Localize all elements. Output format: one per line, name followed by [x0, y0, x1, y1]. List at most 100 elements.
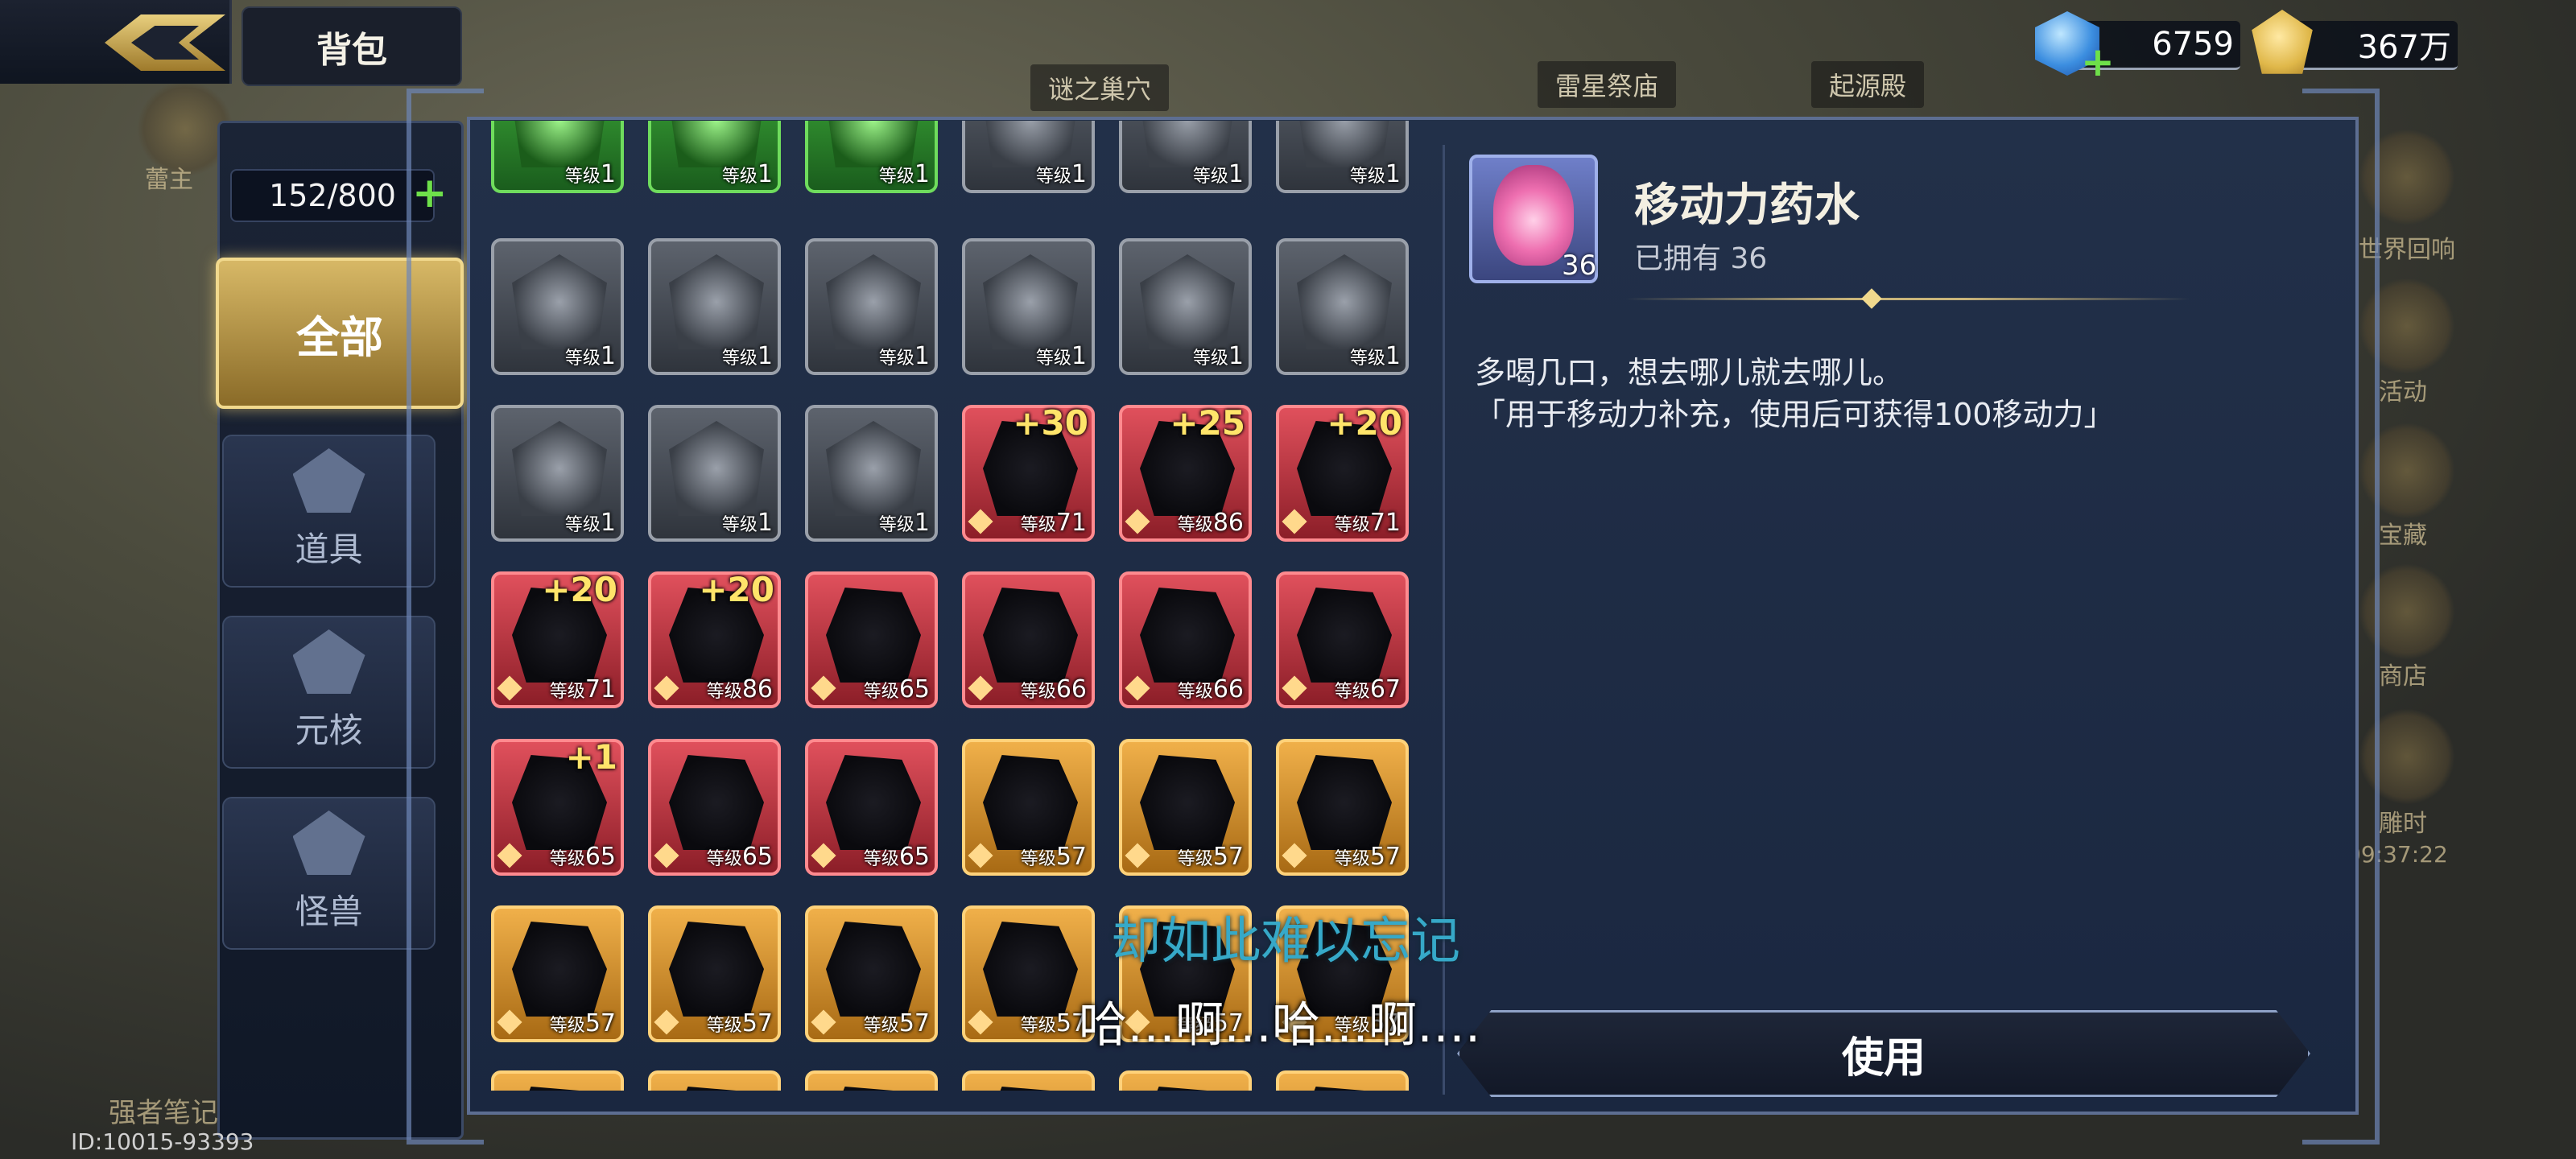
inventory-slot[interactable]: 等级1: [1276, 121, 1409, 193]
inventory-slot[interactable]: 等级1: [491, 238, 624, 375]
item-level-value: 66: [1212, 675, 1244, 703]
item-level: 等级65: [864, 843, 930, 871]
bg-text: 商店: [2379, 662, 2427, 691]
inventory-slot[interactable]: 等级1: [805, 238, 938, 375]
item-level-value: 57: [741, 1009, 773, 1037]
inventory-slot[interactable]: 等级66: [962, 571, 1095, 708]
item-level-value: 71: [1369, 509, 1401, 537]
item-level: 等级1: [879, 160, 930, 188]
item-level: 等级1: [879, 342, 930, 370]
inventory-slot[interactable]: 等级65: [648, 739, 781, 876]
inventory-slot[interactable]: 等级1: [648, 238, 781, 375]
inventory-slot[interactable]: 等级57: [962, 905, 1095, 1042]
item-icon: [512, 922, 607, 1017]
inventory-slot[interactable]: 等级57: [962, 739, 1095, 876]
item-level: 等级1: [1036, 160, 1087, 188]
inventory-slot[interactable]: 等级1: [962, 238, 1095, 375]
item-level-prefix: 等级: [1349, 349, 1385, 369]
inventory-slot[interactable]: [648, 1070, 781, 1091]
item-level-value: 71: [584, 675, 616, 703]
item-level: 等级1: [565, 342, 616, 370]
bg-text: 活动: [2379, 378, 2427, 406]
rarity-diamond-icon: [968, 1009, 993, 1035]
subtitle-line: 哈…啊…哈…啊….: [1079, 997, 1481, 1054]
item-level-value: 1: [757, 160, 773, 188]
tab-core[interactable]: 元核: [222, 616, 436, 769]
item-level-value: 71: [1055, 509, 1087, 537]
inventory-slot[interactable]: 等级66: [1119, 571, 1252, 708]
item-level: 等级86: [707, 675, 773, 703]
use-button[interactable]: 使用: [1457, 1010, 2310, 1097]
item-level: 等级1: [1193, 160, 1244, 188]
bg-location-label: 起源殿: [1811, 61, 1925, 108]
inventory-slot[interactable]: +1 等级65: [491, 737, 624, 876]
inventory-slot[interactable]: [962, 1070, 1095, 1091]
item-level-value: 1: [914, 160, 930, 188]
inventory-slot[interactable]: 等级1: [1119, 238, 1252, 375]
inventory-slot[interactable]: 等级65: [805, 739, 938, 876]
item-level-value: 1: [1071, 160, 1087, 188]
tab-items[interactable]: 道具: [222, 435, 436, 588]
inventory-slot[interactable]: 等级1: [805, 405, 938, 542]
inventory-slot[interactable]: 等级1: [1119, 121, 1252, 193]
inventory-slot[interactable]: +20 等级71: [1276, 403, 1409, 542]
tab-core-label: 元核: [295, 711, 363, 750]
inventory-slot[interactable]: [1119, 1070, 1252, 1091]
inventory-slot[interactable]: [1276, 1070, 1409, 1091]
item-level: 等级57: [864, 1009, 930, 1037]
item-icon: [983, 1087, 1078, 1091]
item-level-prefix: 等级: [1334, 682, 1370, 702]
rarity-diamond-icon: [497, 1009, 522, 1035]
inventory-slot[interactable]: +30 等级71: [962, 403, 1095, 542]
inventory-slot[interactable]: +20 等级86: [648, 570, 781, 708]
subtitle-line: 却如此难以忘记: [1111, 911, 1461, 970]
inventory-slot[interactable]: +25 等级86: [1119, 403, 1252, 542]
rarity-diamond-icon: [654, 675, 679, 701]
item-level: 等级57: [1335, 843, 1401, 871]
inventory-slot[interactable]: 等级1: [648, 121, 781, 193]
tab-beast-label: 怪兽: [295, 892, 363, 931]
item-icon: [826, 922, 921, 1017]
item-icon: [983, 755, 1078, 850]
rarity-diamond-icon: [811, 1009, 836, 1035]
rarity-diamond-icon: [1282, 509, 1307, 534]
page-title: 背包: [242, 6, 462, 86]
inventory-slot[interactable]: 等级57: [1276, 739, 1409, 876]
item-icon: [669, 421, 764, 516]
item-icon: [983, 254, 1078, 349]
inventory-slot[interactable]: +20 等级71: [491, 570, 624, 708]
rarity-diamond-icon: [968, 509, 993, 534]
item-level-value: 1: [914, 509, 930, 537]
inventory-slot[interactable]: 等级65: [805, 571, 938, 708]
item-enhance-level: +30: [1013, 403, 1088, 443]
inventory-slot[interactable]: 等级57: [491, 905, 624, 1042]
inventory-slot[interactable]: [805, 1070, 938, 1091]
item-level: 等级65: [707, 843, 773, 871]
tab-beast[interactable]: 怪兽: [222, 797, 436, 950]
inventory-slot[interactable]: 等级57: [648, 905, 781, 1042]
bg-text: 蕾主: [145, 166, 193, 194]
selected-item-count: 36: [1562, 250, 1597, 282]
item-level: 等级57: [1021, 1009, 1087, 1037]
inventory-slot[interactable]: 等级1: [491, 405, 624, 542]
item-level-prefix: 等级: [1035, 349, 1071, 369]
item-level-value: 65: [898, 675, 930, 703]
inventory-slot[interactable]: 等级57: [805, 905, 938, 1042]
inventory-slot[interactable]: 等级67: [1276, 571, 1409, 708]
item-level: 等级65: [550, 843, 616, 871]
inventory-slot[interactable]: 等级57: [1119, 739, 1252, 876]
item-icon: [669, 1087, 764, 1091]
item-icon: [826, 588, 921, 683]
item-level-value: 1: [1385, 342, 1401, 370]
item-icon: [826, 755, 921, 850]
selected-item-owned: 已拥有 36: [1634, 242, 1768, 275]
item-level: 等级66: [1178, 675, 1244, 703]
inventory-slot[interactable]: 等级1: [648, 405, 781, 542]
inventory-slot[interactable]: 等级1: [962, 121, 1095, 193]
item-level-prefix: 等级: [721, 515, 758, 535]
inventory-slot[interactable]: 等级1: [805, 121, 938, 193]
inventory-slot[interactable]: 等级1: [491, 121, 624, 193]
add-gem-button[interactable]: +: [2081, 39, 2115, 85]
inventory-slot[interactable]: 等级1: [1276, 238, 1409, 375]
inventory-slot[interactable]: [491, 1070, 624, 1091]
